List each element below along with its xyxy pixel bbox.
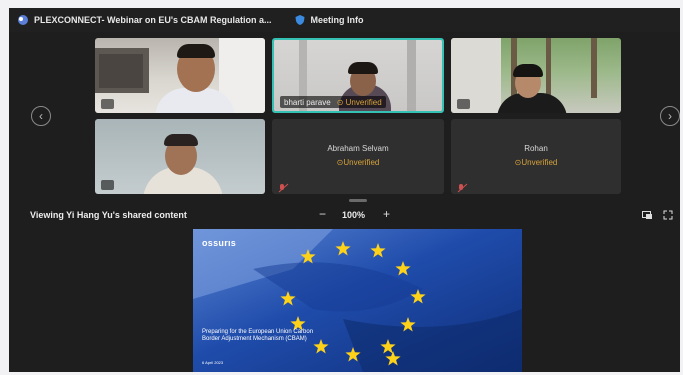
meeting-title: PLEXCONNECT- Webinar on EU's CBAM Regula…	[34, 15, 272, 25]
participant-tile-active-speaker[interactable]: bharti parave ⊙ Unverified	[272, 38, 444, 113]
mic-muted-icon	[101, 180, 114, 190]
participant-video	[95, 119, 265, 194]
mic-muted-icon	[457, 180, 470, 193]
previous-page-button[interactable]: ‹	[31, 106, 51, 126]
zoom-level: 100%	[342, 210, 366, 220]
participant-tile[interactable]: Abraham Selvam ⊙Unverified	[272, 119, 444, 194]
teams-app-icon	[18, 15, 28, 25]
zoom-in-button[interactable]: +	[383, 207, 390, 221]
meeting-window: PLEXCONNECT- Webinar on EU's CBAM Regula…	[9, 8, 680, 372]
participant-name: bharti parave	[284, 97, 331, 107]
participant-tile[interactable]	[95, 38, 265, 113]
participant-name: Rohan	[524, 144, 548, 153]
shared-content-bar: Viewing Yi Hang Yu's shared content − 10…	[9, 207, 680, 223]
participant-video	[95, 38, 265, 113]
participant-tile[interactable]	[95, 119, 265, 194]
camera-icon	[457, 99, 470, 109]
slide-brand-logo: ossurıs	[202, 238, 237, 248]
participant-tile[interactable]: Rohan ⊙Unverified	[451, 119, 621, 194]
unverified-badge: ⊙ Unverified	[336, 97, 382, 107]
title-bar: PLEXCONNECT- Webinar on EU's CBAM Regula…	[9, 8, 680, 32]
mic-muted-icon	[278, 180, 291, 193]
slide-date: 6 April 2023	[202, 360, 224, 365]
eu-flag-image	[193, 229, 522, 372]
unverified-badge: ⊙Unverified	[336, 158, 380, 167]
participant-name: Abraham Selvam	[327, 144, 389, 153]
slide-title: Preparing for the European Union Carbon …	[202, 329, 314, 342]
shield-info-icon[interactable]	[294, 14, 306, 26]
meeting-info-button[interactable]: Meeting Info	[311, 15, 364, 25]
fullscreen-icon[interactable]	[663, 210, 673, 220]
participant-video	[451, 38, 621, 113]
shared-content-label: Viewing Yi Hang Yu's shared content	[30, 210, 187, 220]
pop-out-icon[interactable]	[642, 211, 653, 220]
resize-handle[interactable]	[349, 199, 367, 202]
unverified-badge: ⊙Unverified	[514, 158, 558, 167]
next-page-button[interactable]: ›	[660, 106, 680, 126]
shared-slide: ossurıs Preparing for the European Union…	[193, 229, 522, 372]
zoom-out-button[interactable]: −	[319, 207, 326, 221]
mic-muted-icon	[101, 99, 114, 109]
participant-tile[interactable]	[451, 38, 621, 113]
